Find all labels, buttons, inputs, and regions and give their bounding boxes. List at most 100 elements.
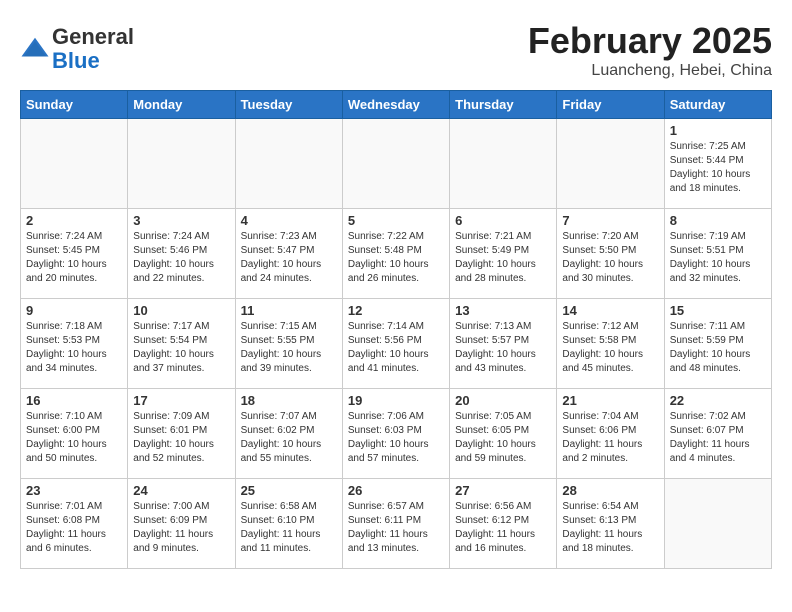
calendar-cell: 9Sunrise: 7:18 AM Sunset: 5:53 PM Daylig… <box>21 299 128 389</box>
logo: General Blue <box>20 25 134 73</box>
day-number: 14 <box>562 303 658 318</box>
logo-blue-text: Blue <box>52 48 100 73</box>
calendar-cell <box>21 119 128 209</box>
day-info: Sunrise: 7:15 AM Sunset: 5:55 PM Dayligh… <box>241 320 337 376</box>
calendar-cell <box>235 119 342 209</box>
week-row-4: 16Sunrise: 7:10 AM Sunset: 6:00 PM Dayli… <box>21 389 772 479</box>
day-info: Sunrise: 7:05 AM Sunset: 6:05 PM Dayligh… <box>455 410 551 466</box>
day-info: Sunrise: 7:11 AM Sunset: 5:59 PM Dayligh… <box>670 320 766 376</box>
calendar-cell: 12Sunrise: 7:14 AM Sunset: 5:56 PM Dayli… <box>342 299 449 389</box>
day-info: Sunrise: 7:18 AM Sunset: 5:53 PM Dayligh… <box>26 320 122 376</box>
day-info: Sunrise: 7:13 AM Sunset: 5:57 PM Dayligh… <box>455 320 551 376</box>
calendar-cell: 25 Sunrise: 6:58 AM Sunset: 6:10 PM Dayli… <box>235 479 342 569</box>
calendar-cell: 2 Sunrise: 7:24 AM Sunset: 5:45 PM Daylig… <box>21 209 128 299</box>
day-number: 3 <box>133 213 229 228</box>
day-number: 1 <box>670 123 766 138</box>
calendar-table: Sunday Monday Tuesday Wednesday Thursday… <box>20 90 772 569</box>
calendar-cell <box>557 119 664 209</box>
day-number: 27 <box>455 483 551 498</box>
col-saturday: Saturday <box>664 91 771 119</box>
calendar-cell: 16Sunrise: 7:10 AM Sunset: 6:00 PM Dayli… <box>21 389 128 479</box>
week-row-3: 9Sunrise: 7:18 AM Sunset: 5:53 PM Daylig… <box>21 299 772 389</box>
calendar-cell: 28Sunrise: 6:54 AM Sunset: 6:13 PM Dayli… <box>557 479 664 569</box>
col-friday: Friday <box>557 91 664 119</box>
day-info: Sunrise: 7:12 AM Sunset: 5:58 PM Dayligh… <box>562 320 658 376</box>
calendar-cell: 5 Sunrise: 7:22 AM Sunset: 5:48 PM Daylig… <box>342 209 449 299</box>
day-info: Sunrise: 6:57 AM Sunset: 6:11 PM Dayligh… <box>348 500 444 556</box>
week-row-2: 2 Sunrise: 7:24 AM Sunset: 5:45 PM Daylig… <box>21 209 772 299</box>
calendar-body: 1 Sunrise: 7:25 AM Sunset: 5:44 PM Daylig… <box>21 119 772 569</box>
day-info: Sunrise: 7:20 AM Sunset: 5:50 PM Dayligh… <box>562 230 658 286</box>
day-info: Sunrise: 7:04 AM Sunset: 6:06 PM Dayligh… <box>562 410 658 466</box>
calendar-cell: 27Sunrise: 6:56 AM Sunset: 6:12 PM Dayli… <box>450 479 557 569</box>
calendar-cell: 24Sunrise: 7:00 AM Sunset: 6:09 PM Dayli… <box>128 479 235 569</box>
calendar-cell: 17 Sunrise: 7:09 AM Sunset: 6:01 PM Dayli… <box>128 389 235 479</box>
col-tuesday: Tuesday <box>235 91 342 119</box>
calendar-cell: 23 Sunrise: 7:01 AM Sunset: 6:08 PM Dayli… <box>21 479 128 569</box>
calendar-header: Sunday Monday Tuesday Wednesday Thursday… <box>21 91 772 119</box>
logo-icon <box>20 34 50 64</box>
calendar-cell: 20 Sunrise: 7:05 AM Sunset: 6:05 PM Dayli… <box>450 389 557 479</box>
day-number: 7 <box>562 213 658 228</box>
day-number: 17 <box>133 393 229 408</box>
logo-general-text: General <box>52 24 134 49</box>
calendar-cell: 4Sunrise: 7:23 AM Sunset: 5:47 PM Daylig… <box>235 209 342 299</box>
header-row: Sunday Monday Tuesday Wednesday Thursday… <box>21 91 772 119</box>
day-number: 22 <box>670 393 766 408</box>
calendar-cell: 22 Sunrise: 7:02 AM Sunset: 6:07 PM Dayli… <box>664 389 771 479</box>
day-number: 2 <box>26 213 122 228</box>
calendar-cell: 15 Sunrise: 7:11 AM Sunset: 5:59 PM Dayli… <box>664 299 771 389</box>
day-info: Sunrise: 7:07 AM Sunset: 6:02 PM Dayligh… <box>241 410 337 466</box>
calendar-cell: 3 Sunrise: 7:24 AM Sunset: 5:46 PM Daylig… <box>128 209 235 299</box>
week-row-1: 1 Sunrise: 7:25 AM Sunset: 5:44 PM Daylig… <box>21 119 772 209</box>
day-number: 15 <box>670 303 766 318</box>
calendar-cell: 6Sunrise: 7:21 AM Sunset: 5:49 PM Daylig… <box>450 209 557 299</box>
day-info: Sunrise: 7:19 AM Sunset: 5:51 PM Dayligh… <box>670 230 766 286</box>
calendar-cell <box>450 119 557 209</box>
calendar-cell: 18 Sunrise: 7:07 AM Sunset: 6:02 PM Dayli… <box>235 389 342 479</box>
day-info: Sunrise: 7:14 AM Sunset: 5:56 PM Dayligh… <box>348 320 444 376</box>
calendar-cell: 7 Sunrise: 7:20 AM Sunset: 5:50 PM Daylig… <box>557 209 664 299</box>
day-info: Sunrise: 7:23 AM Sunset: 5:47 PM Dayligh… <box>241 230 337 286</box>
day-number: 23 <box>26 483 122 498</box>
day-info: Sunrise: 7:09 AM Sunset: 6:01 PM Dayligh… <box>133 410 229 466</box>
col-thursday: Thursday <box>450 91 557 119</box>
calendar-cell: 8 Sunrise: 7:19 AM Sunset: 5:51 PM Daylig… <box>664 209 771 299</box>
calendar-cell <box>664 479 771 569</box>
calendar-cell: 10Sunrise: 7:17 AM Sunset: 5:54 PM Dayli… <box>128 299 235 389</box>
calendar-cell <box>342 119 449 209</box>
day-info: Sunrise: 7:02 AM Sunset: 6:07 PM Dayligh… <box>670 410 766 466</box>
location-subtitle: Luancheng, Hebei, China <box>528 62 772 80</box>
col-monday: Monday <box>128 91 235 119</box>
month-title: February 2025 <box>528 20 772 62</box>
day-number: 8 <box>670 213 766 228</box>
week-row-5: 23 Sunrise: 7:01 AM Sunset: 6:08 PM Dayli… <box>21 479 772 569</box>
day-number: 20 <box>455 393 551 408</box>
day-number: 28 <box>562 483 658 498</box>
day-info: Sunrise: 7:22 AM Sunset: 5:48 PM Dayligh… <box>348 230 444 286</box>
day-number: 5 <box>348 213 444 228</box>
day-number: 24 <box>133 483 229 498</box>
day-info: Sunrise: 7:24 AM Sunset: 5:46 PM Dayligh… <box>133 230 229 286</box>
day-info: Sunrise: 6:58 AM Sunset: 6:10 PM Dayligh… <box>241 500 337 556</box>
day-number: 18 <box>241 393 337 408</box>
day-number: 6 <box>455 213 551 228</box>
day-info: Sunrise: 7:01 AM Sunset: 6:08 PM Dayligh… <box>26 500 122 556</box>
day-info: Sunrise: 7:24 AM Sunset: 5:45 PM Dayligh… <box>26 230 122 286</box>
day-number: 13 <box>455 303 551 318</box>
day-info: Sunrise: 7:10 AM Sunset: 6:00 PM Dayligh… <box>26 410 122 466</box>
calendar-cell: 11Sunrise: 7:15 AM Sunset: 5:55 PM Dayli… <box>235 299 342 389</box>
calendar-cell: 21 Sunrise: 7:04 AM Sunset: 6:06 PM Dayli… <box>557 389 664 479</box>
page-header: General Blue February 2025 Luancheng, He… <box>20 20 772 80</box>
day-info: Sunrise: 7:06 AM Sunset: 6:03 PM Dayligh… <box>348 410 444 466</box>
calendar-cell: 13 Sunrise: 7:13 AM Sunset: 5:57 PM Dayli… <box>450 299 557 389</box>
day-number: 26 <box>348 483 444 498</box>
calendar-cell <box>128 119 235 209</box>
day-number: 21 <box>562 393 658 408</box>
col-wednesday: Wednesday <box>342 91 449 119</box>
title-block: February 2025 Luancheng, Hebei, China <box>528 20 772 80</box>
calendar-cell: 26 Sunrise: 6:57 AM Sunset: 6:11 PM Dayli… <box>342 479 449 569</box>
day-number: 19 <box>348 393 444 408</box>
day-info: Sunrise: 7:25 AM Sunset: 5:44 PM Dayligh… <box>670 140 766 196</box>
day-number: 25 <box>241 483 337 498</box>
